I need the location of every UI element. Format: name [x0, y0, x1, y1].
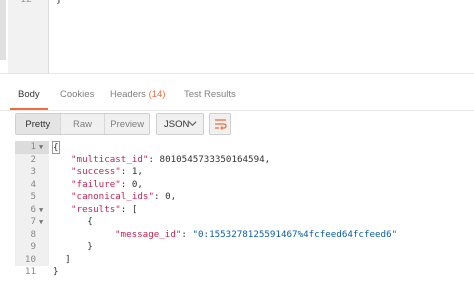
code-line: 11 } — [0, 266, 474, 279]
request-body-editor[interactable]: 12 } — [0, 0, 474, 73]
line-number: 7 — [30, 216, 36, 227]
json-key: "results" — [71, 203, 121, 215]
fold-arrow-icon[interactable]: ▼ — [39, 141, 43, 154]
json-value: 8010545733350164594, — [154, 153, 271, 165]
code-line: 3 "success": 1, — [0, 166, 474, 179]
json-value: 0, — [159, 191, 177, 202]
editor-scrollbar[interactable] — [0, 0, 6, 60]
json-value: [ — [126, 203, 138, 215]
line-number: 4 — [30, 178, 36, 190]
line-number: 3 — [30, 166, 36, 177]
json-key: "multicast_id" — [71, 153, 149, 165]
json-key: "message_id" — [115, 228, 182, 240]
line-number: 5 — [30, 191, 36, 202]
line-number: 8 — [30, 228, 36, 240]
code-line: 4 "failure": 0, — [0, 179, 474, 192]
line-number: 10 — [24, 253, 36, 265]
tab-headers[interactable]: Headers (14) — [110, 89, 165, 100]
request-editor-gutter: 12 — [8, 0, 49, 73]
active-tab-indicator — [10, 108, 48, 110]
tab-body[interactable]: Body — [18, 89, 40, 100]
response-body-viewer[interactable]: 1 ▼ { 2 "multicast_id": 8010545733350164… — [0, 141, 474, 295]
format-select[interactable]: JSON — [156, 113, 204, 135]
line-number: 11 — [24, 266, 36, 277]
request-code-line[interactable]: } — [56, 0, 62, 5]
code-line: 10 ] — [0, 254, 474, 267]
preview-button[interactable]: Preview — [105, 114, 149, 134]
code-text: { — [52, 141, 60, 154]
json-value: 1, — [126, 166, 143, 177]
view-mode-toggle: Pretty Raw Preview — [15, 113, 150, 135]
headers-count-badge: (14) — [148, 89, 166, 100]
format-select-value: JSON — [164, 118, 190, 130]
pretty-button[interactable]: Pretty — [16, 114, 61, 134]
code-line: 2 "multicast_id": 8010545733350164594, — [0, 154, 474, 167]
chevron-down-icon — [188, 121, 197, 127]
line-number: 12 — [20, 0, 32, 5]
response-tabs: Body Cookies Headers (14) Test Results — [0, 80, 474, 111]
tab-cookies[interactable]: Cookies — [60, 89, 94, 100]
json-key: "failure" — [71, 178, 121, 190]
code-line: 6 ▼ "results": [ — [0, 204, 474, 217]
json-value: 0, — [126, 178, 143, 190]
code-line: 7 ▼ { — [0, 216, 474, 229]
code-text: { — [43, 216, 93, 227]
response-toolbar: Pretty Raw Preview JSON — [0, 113, 474, 139]
code-line: 9 } — [0, 241, 474, 254]
line-number: 9 — [30, 241, 36, 252]
code-text: } — [53, 266, 59, 277]
json-key: "canonical_ids" — [71, 191, 154, 202]
pane-divider[interactable] — [0, 73, 474, 74]
code-line: 5 "canonical_ids": 0, — [0, 191, 474, 204]
json-string-value: "0:1553278125591467%4fcfeed64fcfeed6" — [192, 228, 398, 240]
tab-headers-label: Headers — [110, 89, 146, 100]
tab-test-results[interactable]: Test Results — [184, 89, 236, 100]
line-number: 6 — [30, 203, 36, 215]
json-key: "success" — [71, 166, 121, 177]
code-text: ] — [43, 253, 71, 265]
code-text: } — [43, 241, 93, 252]
code-line: 8 "message_id": "0:1553278125591467%4fcf… — [0, 229, 474, 242]
raw-button[interactable]: Raw — [61, 114, 106, 134]
code-line: 1 ▼ { — [0, 141, 474, 154]
fold-arrow-icon[interactable]: ▼ — [39, 204, 43, 217]
line-number: 1 — [30, 141, 36, 152]
line-number: 2 — [30, 153, 36, 165]
wrap-lines-button[interactable] — [209, 113, 231, 135]
wrap-lines-icon — [214, 119, 227, 130]
